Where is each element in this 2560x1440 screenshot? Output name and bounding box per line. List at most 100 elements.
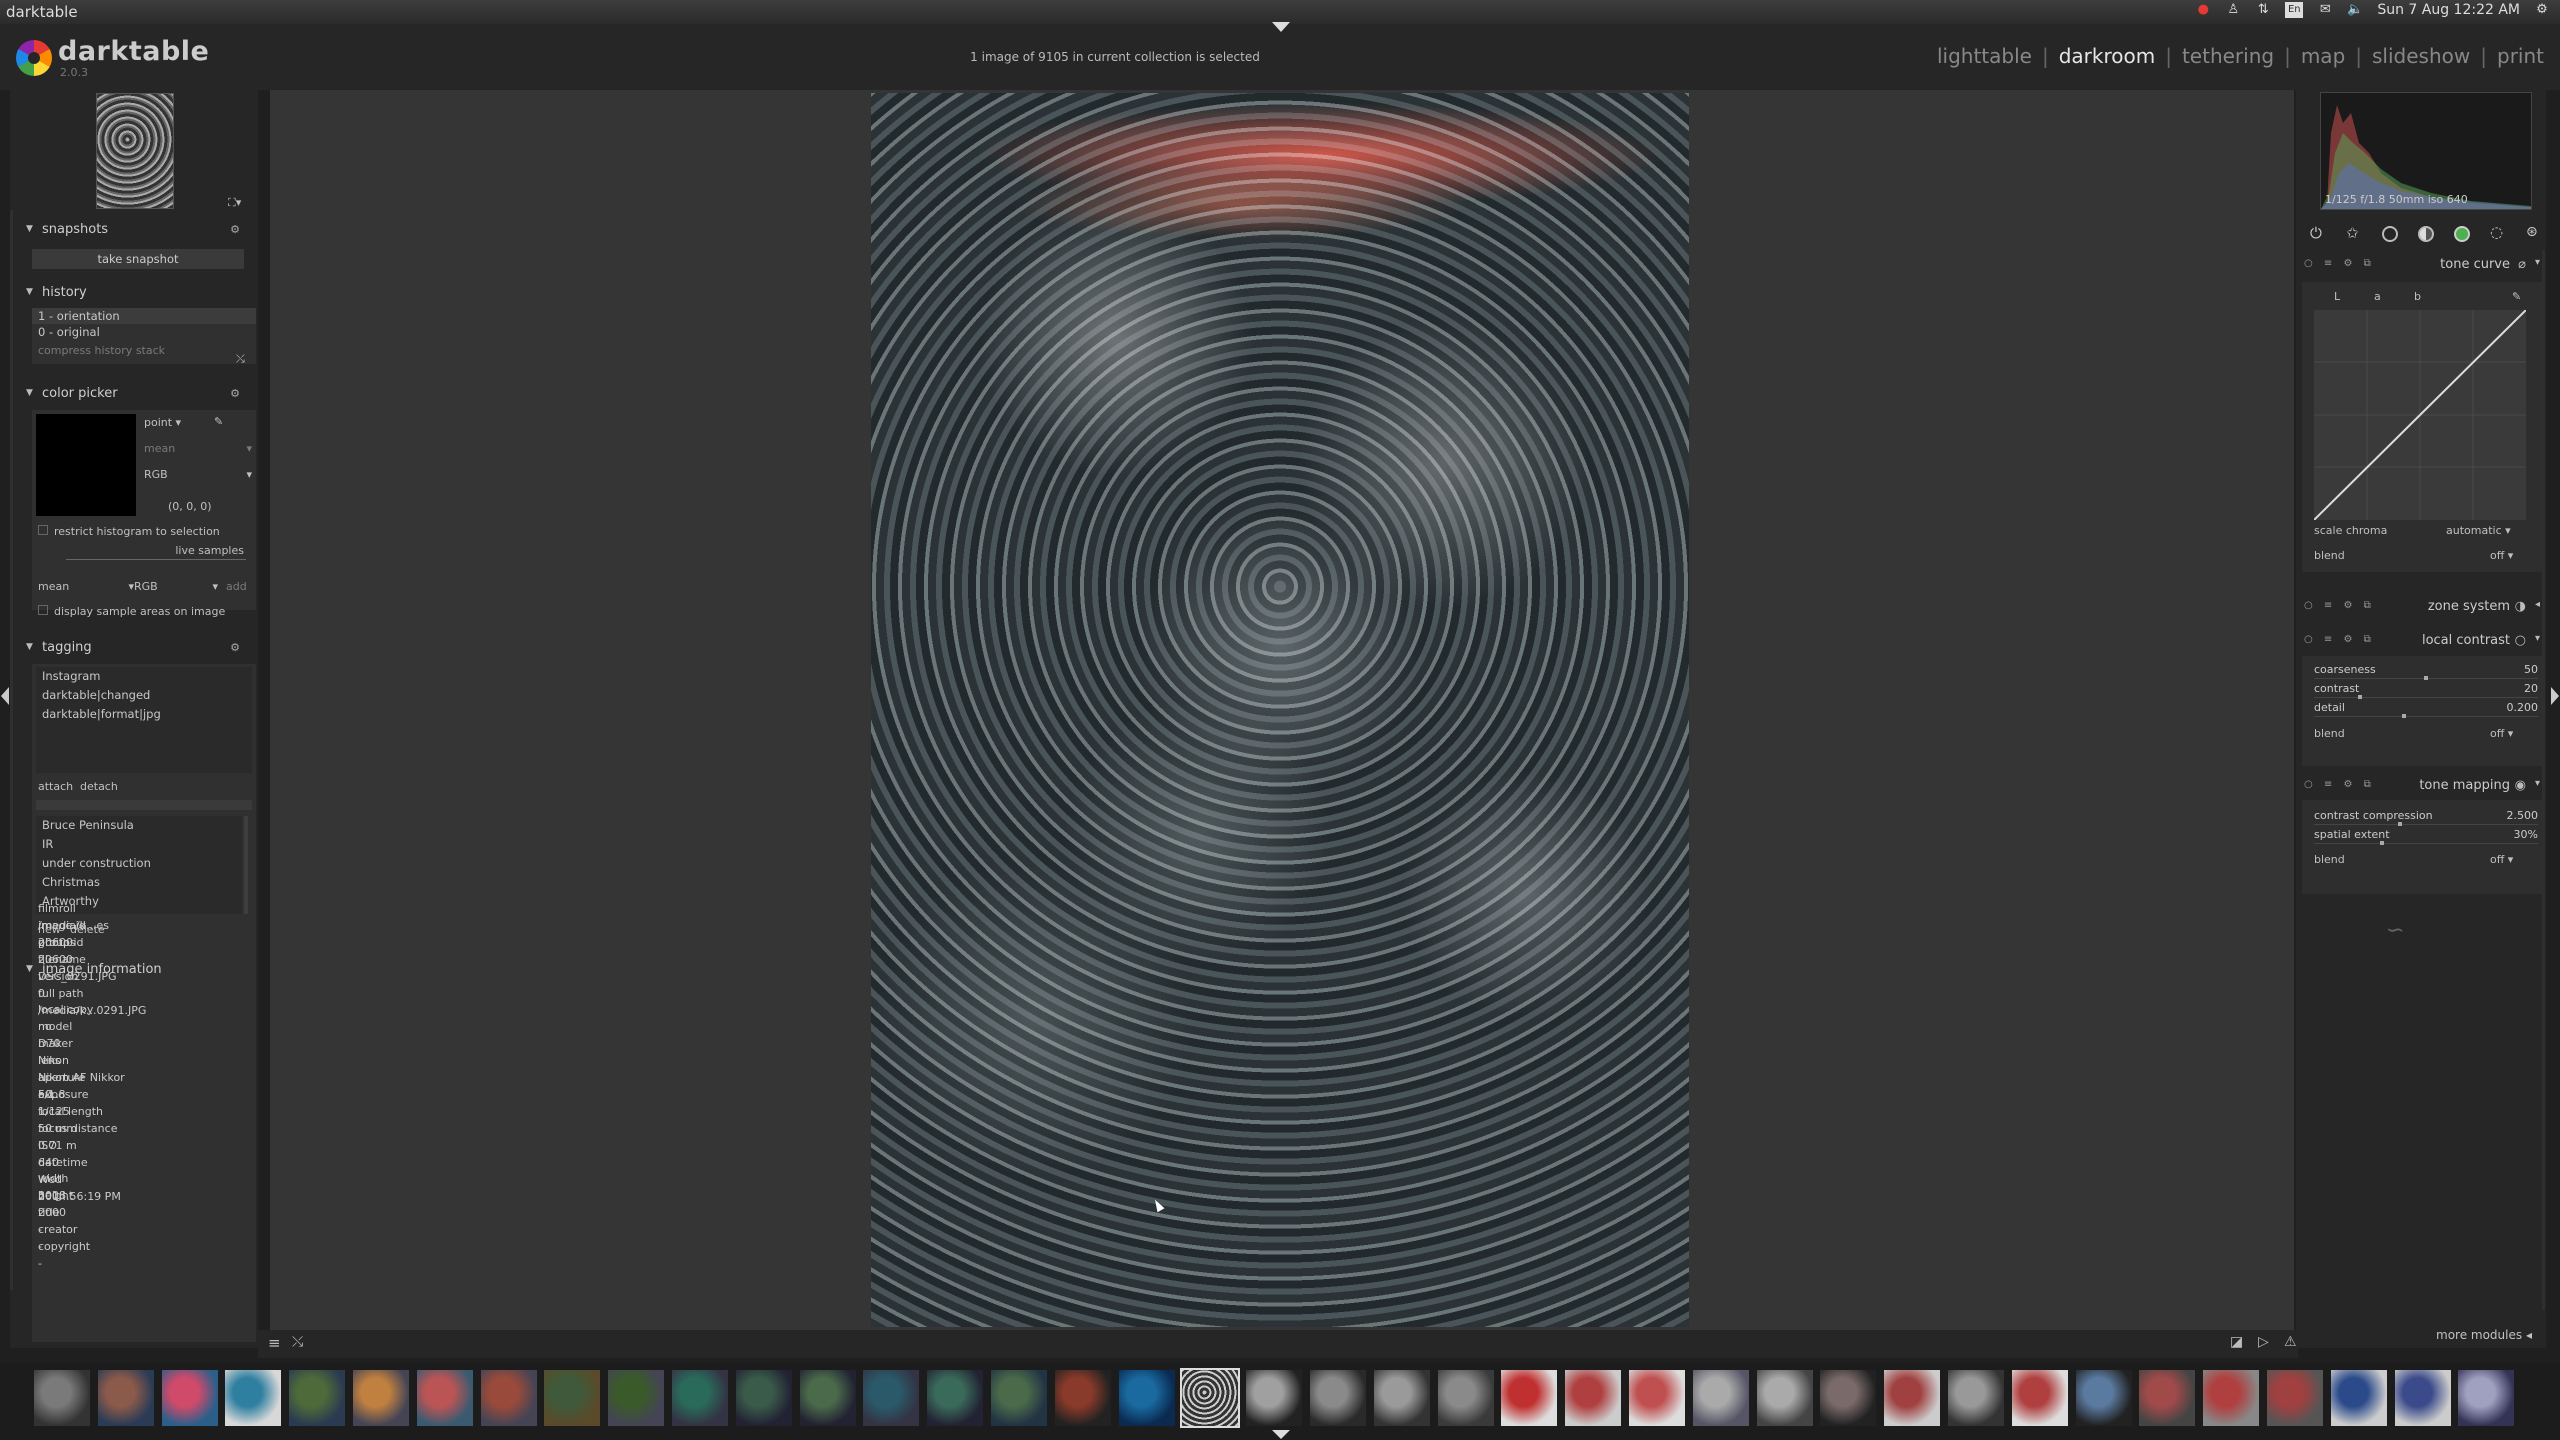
history-item[interactable]: 0 - original — [32, 324, 256, 340]
attach-button[interactable]: attach — [38, 780, 73, 793]
view-tethering[interactable]: tethering — [2182, 44, 2274, 68]
filmstrip-thumbnail[interactable] — [735, 1370, 792, 1426]
filmstrip-thumbnail[interactable] — [991, 1370, 1047, 1426]
module-control-icons[interactable]: ○ ≡ ⚙ ⧉ — [2304, 779, 2375, 790]
presets-icon[interactable]: ⚙ — [230, 387, 240, 400]
filmstrip-thumbnail[interactable] — [416, 1370, 473, 1426]
attached-tag[interactable]: Instagram — [36, 667, 252, 686]
right-panel-scrollbar[interactable] — [2542, 250, 2545, 1310]
main-image[interactable] — [871, 93, 1689, 1327]
slider-marker[interactable] — [2358, 695, 2362, 699]
zoom-fit-icon[interactable]: ⛶▾ — [228, 196, 241, 210]
filmstrip-thumbnail[interactable] — [2458, 1370, 2515, 1426]
filmstrip-thumbnail[interactable] — [672, 1370, 728, 1426]
picker-mode-select[interactable]: point ▾ — [144, 416, 204, 429]
filmstrip-thumbnail[interactable] — [1437, 1370, 1494, 1426]
view-map[interactable]: map — [2301, 44, 2345, 68]
filmstrip-thumbnail[interactable] — [161, 1370, 218, 1426]
keyboard-language-indicator[interactable]: En — [2285, 2, 2304, 18]
filmstrip-thumbnail[interactable] — [1373, 1370, 1430, 1426]
navigation-thumbnail[interactable] — [96, 93, 174, 209]
slider-track[interactable] — [2314, 716, 2538, 717]
attached-tag[interactable]: darktable|format|jpg — [36, 705, 252, 724]
histogram[interactable]: 1/125 f/1.8 50mm iso 640 — [2320, 92, 2532, 210]
take-snapshot-button[interactable]: take snapshot — [32, 249, 244, 269]
active-modules-power-icon[interactable]: ⏻ — [2310, 224, 2322, 242]
dictionary-tag[interactable]: IR — [36, 835, 242, 854]
filmstrip-thumbnail[interactable] — [1118, 1370, 1175, 1426]
slider-track[interactable] — [2314, 697, 2538, 698]
filmstrip-thumbnail[interactable] — [2330, 1370, 2387, 1426]
presets-icon[interactable]: ⚙ — [230, 223, 240, 236]
filmstrip-thumbnail[interactable] — [34, 1370, 90, 1426]
mail-icon[interactable]: ✉ — [2317, 2, 2333, 18]
filmstrip-thumbnail[interactable] — [2203, 1370, 2260, 1426]
left-panel-toggle-icon[interactable] — [1, 687, 9, 705]
compress-history-button[interactable]: compress history stack — [32, 340, 256, 360]
snapshots-header[interactable]: ▼ snapshots ⚙ — [10, 218, 258, 240]
module-control-icons[interactable]: ○ ≡ ⚙ ⧉ — [2304, 634, 2375, 645]
curve-picker-icon[interactable]: ✎ — [2512, 290, 2521, 303]
tone-mapping-header[interactable]: ○ ≡ ⚙ ⧉ tone mapping ◉ ▾ — [2300, 776, 2540, 798]
filmstrip-thumbnail[interactable] — [608, 1370, 665, 1426]
quick-access-presets-icon[interactable]: ≡ — [268, 1334, 281, 1352]
tone-mapping-blend-select[interactable]: off ▾ — [2490, 853, 2513, 866]
filmstrip-thumbnail[interactable] — [1629, 1370, 1685, 1426]
slider-marker[interactable] — [2380, 841, 2384, 845]
picker-model-select[interactable]: RGB ▾ — [144, 468, 252, 481]
dictionary-tag[interactable]: Bruce Peninsula — [36, 816, 242, 835]
slider-track[interactable] — [2314, 824, 2538, 825]
tag-list-scrollbar[interactable] — [244, 816, 248, 914]
view-slideshow[interactable]: slideshow — [2372, 44, 2470, 68]
tone-curve-channel-tab-b[interactable]: b — [2414, 290, 2421, 303]
slider-marker[interactable] — [2424, 676, 2428, 680]
detail-slider[interactable]: detail 0.200 — [2314, 700, 2538, 718]
collapse-bottom-arrow-icon[interactable] — [1272, 1430, 1290, 1439]
filmstrip-thumbnail[interactable] — [225, 1370, 282, 1426]
attached-tag[interactable]: darktable|changed — [36, 686, 252, 705]
tag-search-input[interactable] — [36, 800, 252, 810]
restrict-histogram-checkbox[interactable]: restrict histogram to selection — [38, 525, 220, 538]
view-darkroom[interactable]: darkroom — [2059, 44, 2156, 68]
sample-model-select[interactable]: RGB ▾ — [134, 580, 218, 593]
volume-icon[interactable]: 🔈 — [2347, 2, 2363, 18]
module-control-icons[interactable]: ○ ≡ ⚙ ⧉ — [2304, 258, 2375, 269]
slider-marker[interactable] — [2402, 714, 2406, 718]
overexposed-toggle-icon[interactable]: ◪ — [2230, 1334, 2243, 1350]
view-lighttable[interactable]: lighttable — [1937, 44, 2032, 68]
local-contrast-header[interactable]: ○ ≡ ⚙ ⧉ local contrast ○ ▾ — [2300, 631, 2540, 653]
tone-curve-header[interactable]: ○ ≡ ⚙ ⧉ tone curve ⌀ ▾ — [2300, 255, 2540, 277]
filmstrip-thumbnail[interactable] — [353, 1370, 409, 1426]
color-picker-header[interactable]: ▼ color picker ⚙ — [10, 382, 258, 404]
styles-icon[interactable]: ⤯ — [292, 1334, 303, 1350]
filmstrip-thumbnail[interactable] — [289, 1370, 346, 1426]
filmstrip-thumbnail[interactable] — [1820, 1370, 1877, 1426]
filmstrip-thumbnail[interactable] — [799, 1370, 856, 1426]
history-header[interactable]: ▼ history — [10, 281, 258, 303]
tone-group-icon[interactable] — [2418, 226, 2434, 242]
module-control-icons[interactable]: ○ ≡ ⚙ ⧉ — [2304, 600, 2375, 611]
dictionary-tag[interactable]: under construction — [36, 854, 242, 873]
effect-group-icon[interactable]: ⊛ — [2526, 224, 2538, 240]
filmstrip-thumbnail[interactable] — [1692, 1370, 1749, 1426]
tone-curve-graph[interactable] — [2313, 309, 2527, 521]
tone-curve-channel-tab-a[interactable]: a — [2374, 290, 2381, 303]
slider-track[interactable] — [2314, 843, 2538, 844]
view-print[interactable]: print — [2497, 44, 2544, 68]
user-icon[interactable]: ♙ — [2225, 2, 2241, 18]
local-contrast-blend-select[interactable]: off ▾ — [2490, 727, 2513, 740]
favorites-star-icon[interactable]: ✩ — [2346, 224, 2359, 242]
filmstrip-thumbnail[interactable] — [2139, 1370, 2196, 1426]
correction-group-icon[interactable]: ◌ — [2490, 223, 2503, 241]
detach-button[interactable]: detach — [80, 780, 118, 793]
filmstrip-thumbnail[interactable] — [1501, 1370, 1558, 1426]
filmstrip-thumbnail[interactable] — [2011, 1370, 2068, 1426]
history-item[interactable]: 1 - orientation — [32, 308, 256, 324]
filmstrip-thumbnail[interactable] — [2394, 1370, 2451, 1426]
filmstrip-thumbnail[interactable] — [1884, 1370, 1941, 1426]
filmstrip-thumbnail[interactable] — [1756, 1370, 1813, 1426]
filmstrip-thumbnail[interactable] — [1246, 1370, 1303, 1426]
color-picker-eyedropper-icon[interactable]: ✎ — [214, 415, 223, 428]
coarseness-slider[interactable]: coarseness 50 — [2314, 662, 2538, 680]
filmstrip-thumbnail[interactable] — [97, 1370, 154, 1426]
